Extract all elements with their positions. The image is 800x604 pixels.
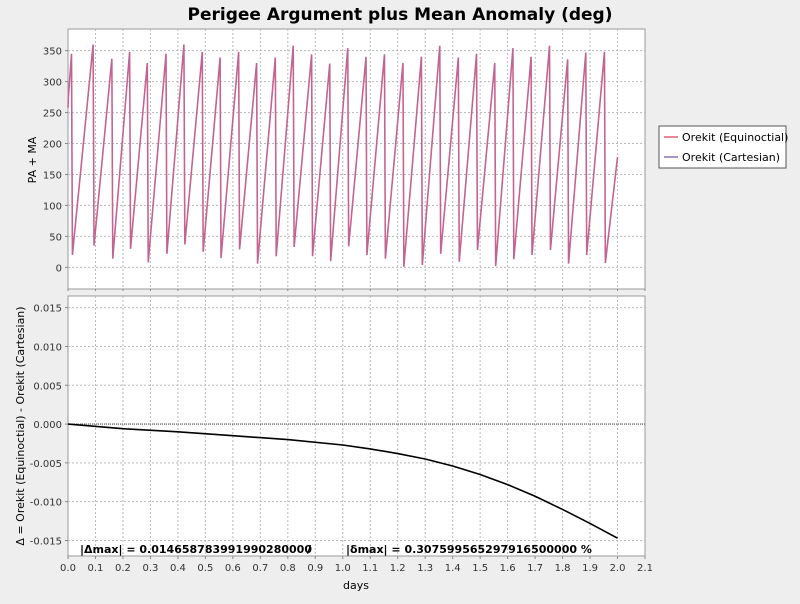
legend: Orekit (Equinoctial) Orekit (Cartesian): [658, 125, 788, 169]
legend-label-equinoctial: Orekit (Equinoctial): [682, 131, 788, 144]
top-y-tick-label: 100: [43, 201, 62, 212]
top-y-axis-label: PA + MA: [26, 136, 39, 183]
x-tick-label: 2.0: [610, 563, 626, 574]
bottom-y-tick-label: -0.005: [30, 459, 62, 470]
x-tick-label: 1.5: [472, 563, 488, 574]
x-tick-label: 0.7: [252, 563, 268, 574]
x-tick-label: 1.6: [500, 563, 516, 574]
bottom-y-tick-label: 0.015: [33, 304, 62, 315]
x-tick-label: 1.9: [582, 563, 598, 574]
x-tick-label: 0.0: [60, 563, 76, 574]
bottom-plot-area: [67, 295, 646, 557]
bottom-y-tick-label: -0.010: [30, 498, 62, 509]
bottom-y-tick-label: -0.015: [30, 536, 62, 547]
bottom-y-tick-label: 0.000: [33, 420, 62, 431]
bottom-y-tick-label: 0.010: [33, 342, 62, 353]
x-tick-label: 0.8: [280, 563, 296, 574]
x-tick-label: 1.2: [390, 563, 406, 574]
relative-max-annotation: |δmax| = 0.307599565297916500000 %: [346, 543, 592, 556]
x-axis-label: days: [343, 579, 369, 592]
chart-window: Perigee Argument plus Mean Anomaly (deg)…: [0, 0, 800, 600]
x-tick-label: 1.7: [527, 563, 543, 574]
x-tick-label: 2.1: [637, 563, 653, 574]
bottom-y-axis-label: Δ = Orekit (Equinoctial) - Orekit (Carte…: [14, 306, 27, 545]
x-tick-label: 0.6: [225, 563, 241, 574]
chart-canvas: Perigee Argument plus Mean Anomaly (deg)…: [0, 0, 800, 600]
x-tick-label: 0.4: [170, 563, 186, 574]
x-tick-label: 0.1: [88, 563, 104, 574]
top-y-tick-label: 300: [43, 78, 62, 89]
x-tick-label: 1.3: [417, 563, 433, 574]
chart-title: Perigee Argument plus Mean Anomaly (deg): [188, 5, 613, 25]
x-tick-label: 1.8: [555, 563, 571, 574]
top-y-tick-label: 0: [56, 263, 62, 274]
x-tick-label: 0.2: [115, 563, 131, 574]
x-tick-label: 0.5: [197, 563, 213, 574]
top-y-tick-label: 150: [43, 170, 62, 181]
x-tick-label: 1.1: [362, 563, 378, 574]
x-tick-label: 0.9: [307, 563, 323, 574]
x-tick-label: 0.3: [142, 563, 158, 574]
top-y-tick-label: 250: [43, 109, 62, 120]
delta-max-annotation: |Δmax| = 0.014658783991990280000: [80, 543, 312, 556]
x-tick-label: 1.4: [445, 563, 461, 574]
top-y-tick-label: 200: [43, 140, 62, 151]
top-y-tick-label: 350: [43, 47, 62, 58]
legend-label-cartesian: Orekit (Cartesian): [682, 151, 780, 164]
x-tick-label: 1.0: [335, 563, 351, 574]
top-y-tick-label: 50: [49, 232, 62, 243]
bottom-y-tick-label: 0.005: [33, 381, 62, 392]
